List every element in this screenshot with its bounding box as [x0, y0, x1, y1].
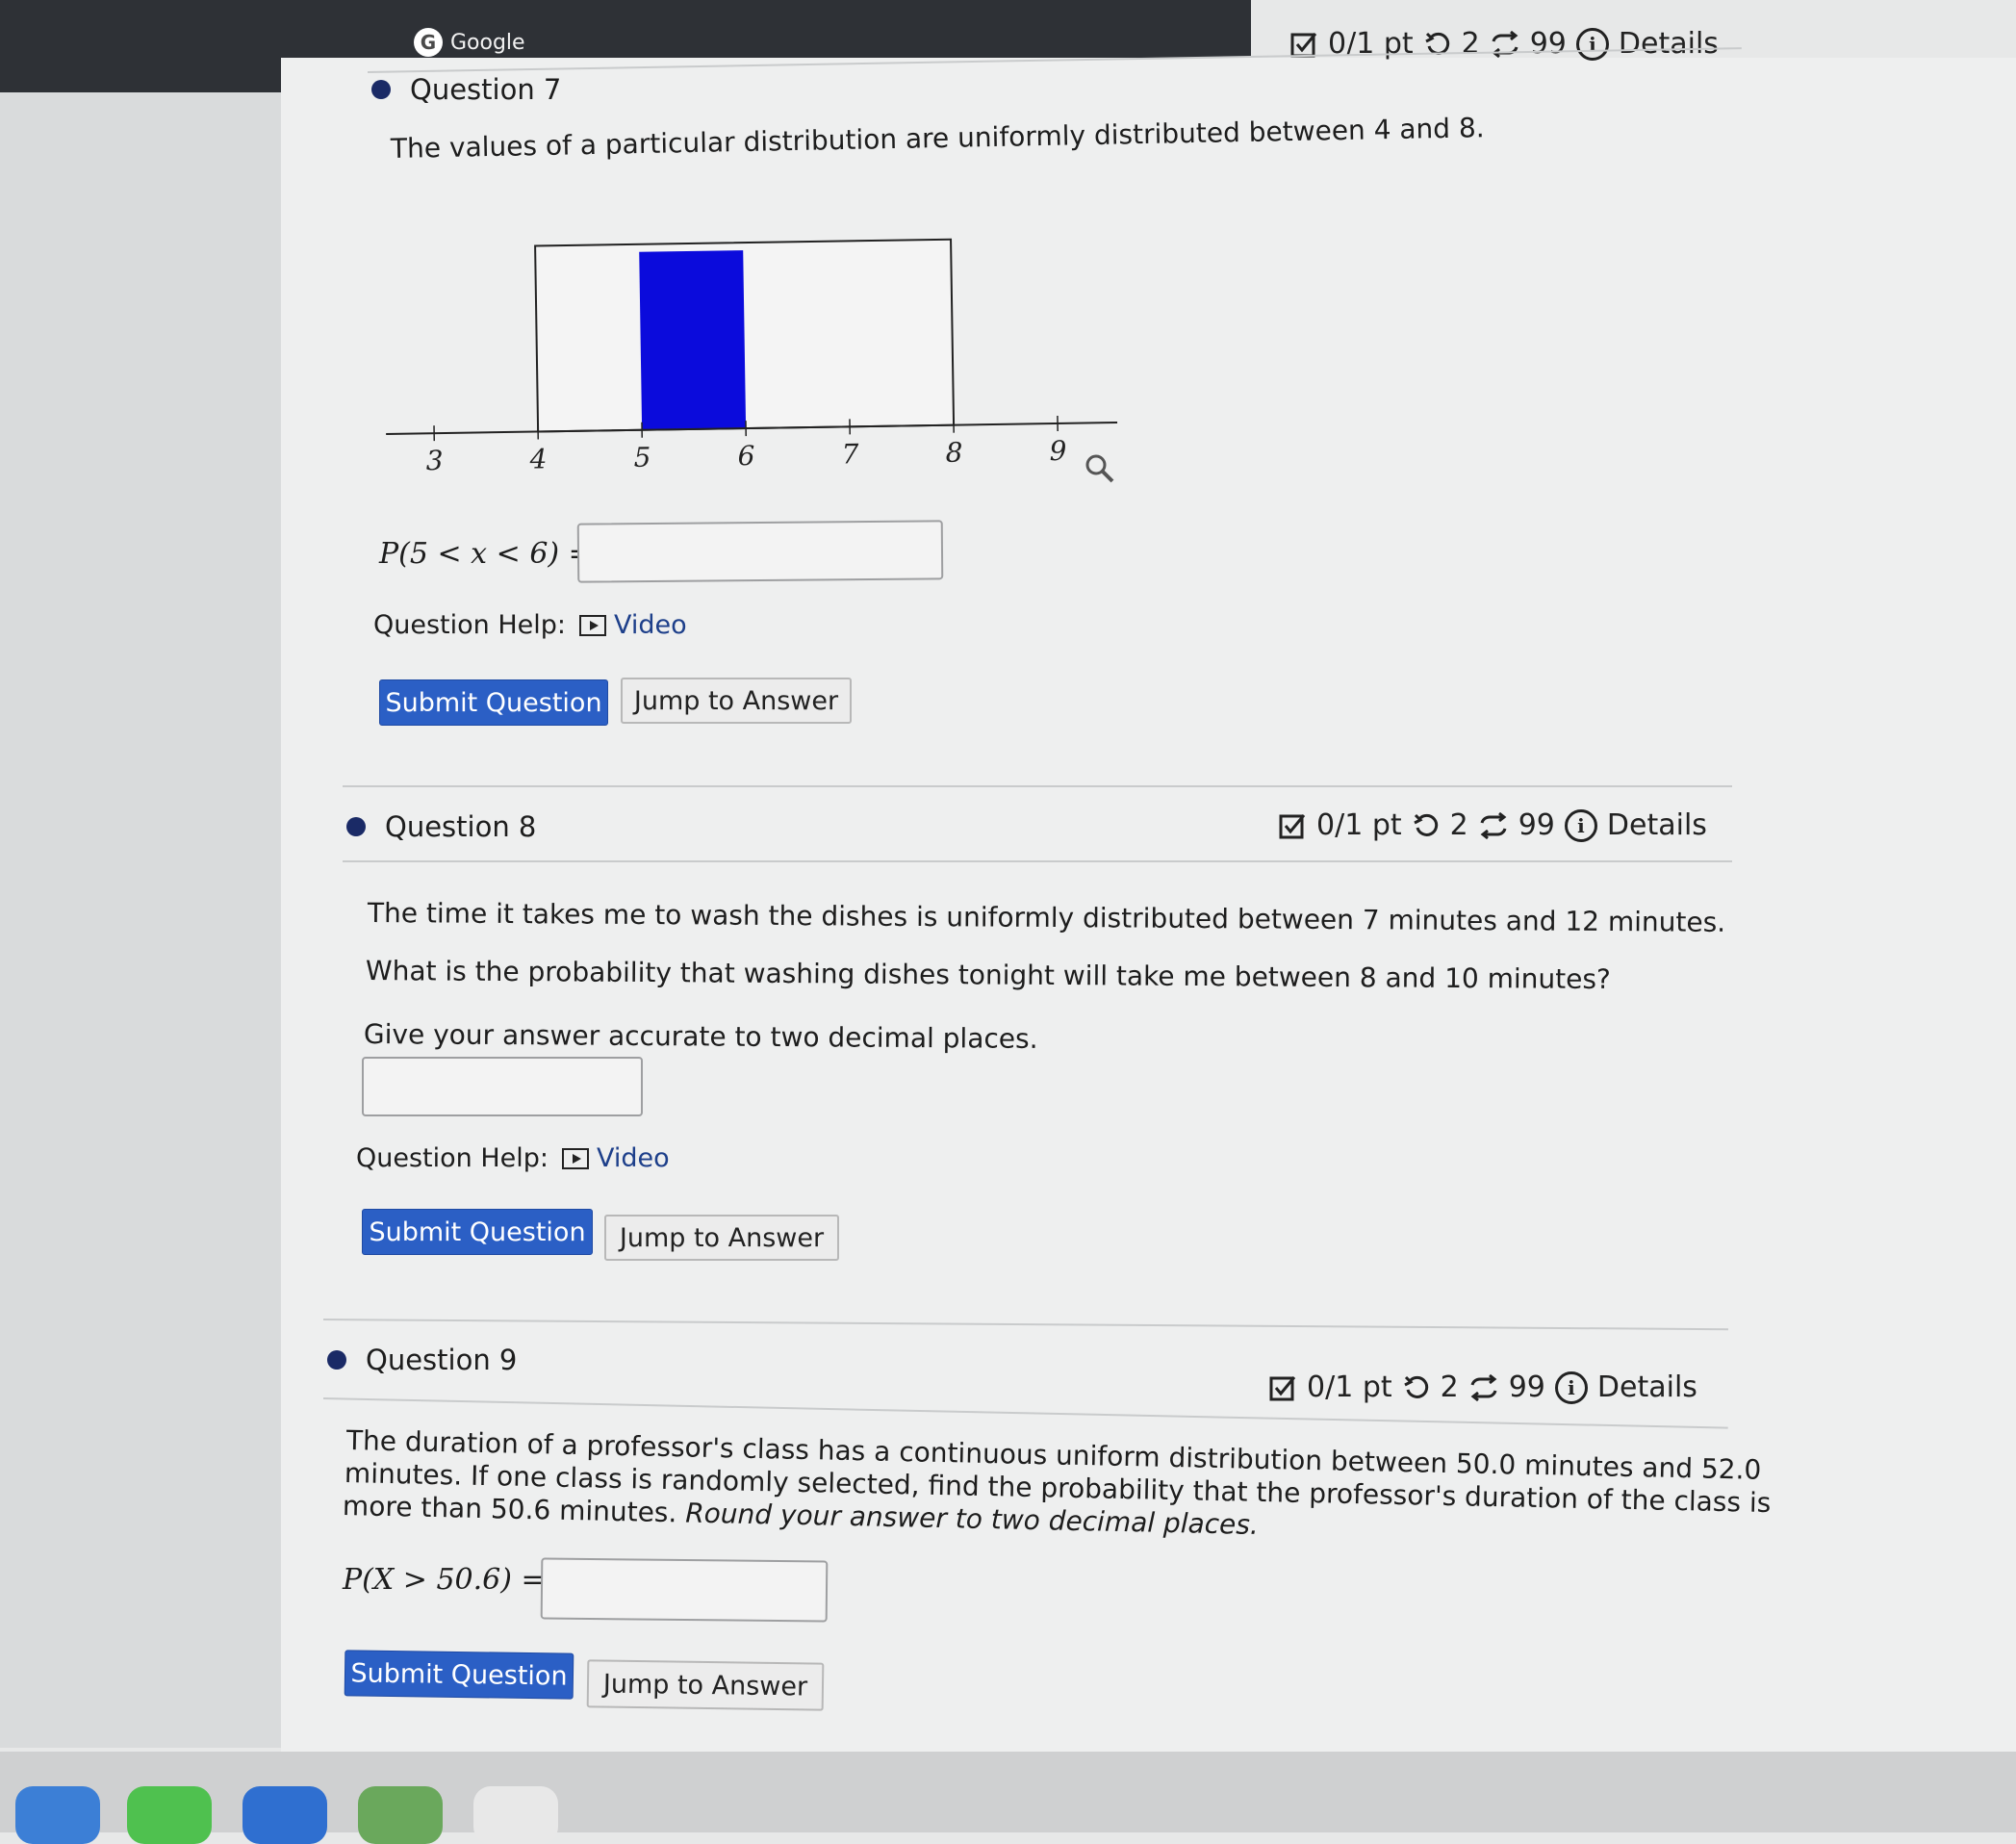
- retries-count: 2: [1462, 27, 1480, 61]
- x-tick-label: 3: [425, 445, 443, 476]
- points-label: 0/1 pt: [1307, 1370, 1392, 1404]
- video-label: Video: [597, 1143, 670, 1173]
- x-tick-label: 9: [1049, 435, 1066, 467]
- question-8-meta: 0/1 pt 2 99 i Details: [1278, 808, 1707, 842]
- app-icon[interactable]: [473, 1786, 558, 1844]
- question-7-header: Question 7: [371, 73, 561, 106]
- attempts-icon: [1468, 1373, 1499, 1402]
- question-8-submit-button[interactable]: Submit Question: [362, 1209, 593, 1255]
- retry-icon: [1412, 811, 1441, 840]
- x-tick-label: 5: [633, 442, 651, 474]
- attempts-count: 99: [1518, 808, 1555, 842]
- question-bullet-icon: [327, 1350, 346, 1370]
- question-bullet-icon: [371, 80, 391, 99]
- question-9-submit-button[interactable]: Submit Question: [345, 1650, 574, 1699]
- tab-title: Google: [450, 31, 525, 55]
- attempts-count: 99: [1509, 1370, 1545, 1404]
- details-link[interactable]: Details: [1607, 808, 1707, 842]
- question-7-submit-button[interactable]: Submit Question: [379, 679, 608, 726]
- question-9-header: Question 9: [327, 1344, 517, 1376]
- safari-app-icon[interactable]: [15, 1786, 100, 1844]
- zoom-icon[interactable]: [1084, 452, 1116, 489]
- points-label: 0/1 pt: [1316, 808, 1402, 842]
- video-link[interactable]: Video: [579, 610, 687, 640]
- uniform-distribution-chart: 3 4 5 6 7 8 9: [375, 231, 1126, 491]
- question-9-title: Question 9: [366, 1344, 517, 1376]
- question-8-header: Question 8: [346, 810, 536, 843]
- details-link[interactable]: Details: [1619, 27, 1719, 61]
- retries-count: 2: [1450, 808, 1468, 842]
- retries-count: 2: [1441, 1370, 1459, 1404]
- question-8-help: Question Help: Video: [356, 1143, 670, 1173]
- question-help-label: Question Help:: [373, 610, 566, 640]
- shaded-region: [639, 250, 746, 430]
- attempts-icon: [1490, 30, 1520, 59]
- question-8-text-3: Give your answer accurate to two decimal…: [364, 1018, 1038, 1055]
- google-icon: G: [414, 28, 443, 57]
- info-icon[interactable]: i: [1576, 28, 1609, 61]
- retry-icon: [1402, 1373, 1431, 1402]
- checkbox-icon: [1268, 1373, 1297, 1402]
- google-tab[interactable]: G Google: [414, 25, 525, 60]
- divider: [343, 860, 1732, 862]
- question-7-help: Question Help: Video: [373, 610, 687, 640]
- question-7-prob-label: P(5 < x < 6) =: [379, 537, 593, 571]
- x-tick-label: 6: [737, 440, 754, 472]
- question-9-prob-label: P(X > 50.6) =: [343, 1563, 546, 1597]
- info-icon[interactable]: i: [1555, 1371, 1588, 1404]
- left-gutter: [0, 92, 283, 1748]
- video-link[interactable]: Video: [562, 1143, 670, 1173]
- question-bullet-icon: [346, 817, 366, 836]
- question-7-title: Question 7: [410, 73, 561, 106]
- checkbox-icon: [1278, 811, 1307, 840]
- attempts-count: 99: [1530, 27, 1567, 61]
- attempts-icon: [1478, 811, 1509, 840]
- x-tick-label: 4: [528, 443, 547, 474]
- question-7-jump-button[interactable]: Jump to Answer: [621, 678, 852, 724]
- app-icon[interactable]: [358, 1786, 443, 1844]
- video-play-icon: [562, 1148, 589, 1169]
- video-label: Video: [614, 610, 687, 640]
- question-8-jump-button[interactable]: Jump to Answer: [604, 1215, 839, 1261]
- question-9-meta: 0/1 pt 2 99 i Details: [1268, 1370, 1697, 1404]
- messages-app-icon[interactable]: [127, 1786, 212, 1844]
- app-icon[interactable]: [242, 1786, 327, 1844]
- divider: [343, 785, 1732, 787]
- question-9-jump-button[interactable]: Jump to Answer: [587, 1659, 825, 1710]
- video-play-icon: [579, 615, 606, 636]
- question-8-answer-input[interactable]: [362, 1057, 643, 1116]
- question-help-label: Question Help:: [356, 1143, 549, 1173]
- question-7-answer-input[interactable]: [577, 520, 944, 582]
- details-link[interactable]: Details: [1597, 1370, 1697, 1404]
- x-tick-label: 7: [841, 438, 859, 470]
- x-tick-label: 8: [945, 437, 962, 469]
- question-9-answer-input[interactable]: [541, 1557, 829, 1622]
- info-icon[interactable]: i: [1565, 809, 1597, 842]
- question-8-title: Question 8: [385, 810, 536, 843]
